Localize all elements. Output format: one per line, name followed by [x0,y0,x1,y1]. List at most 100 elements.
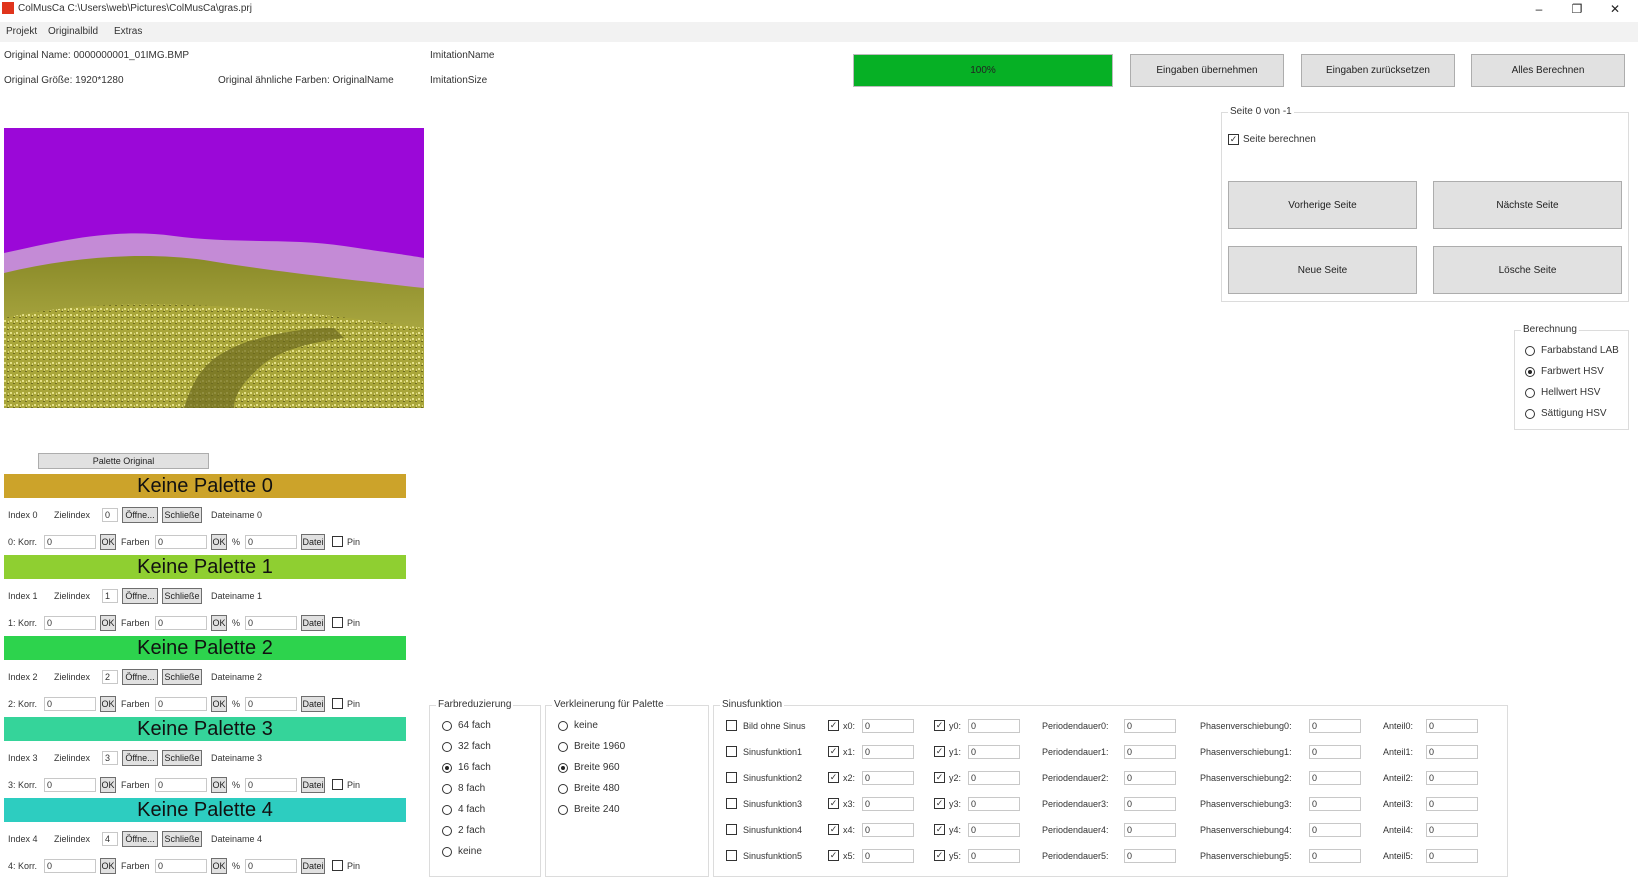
pin-checkbox[interactable]: Pin [332,617,360,628]
colors-input[interactable]: 0 [155,616,207,630]
color-reduction-radio[interactable]: 32 fach [442,741,491,752]
period-input[interactable]: 0 [1124,771,1176,785]
colors-ok-button[interactable]: OK [211,858,227,874]
y-input[interactable]: 0 [968,719,1020,733]
colors-input[interactable]: 0 [155,535,207,549]
correction-ok-button[interactable]: OK [100,777,116,793]
sine-enable-checkbox[interactable]: Sinusfunktion5 [726,850,802,861]
correction-ok-button[interactable]: OK [100,615,116,631]
correction-ok-button[interactable]: OK [100,696,116,712]
downscale-radio[interactable]: Breite 960 [558,762,620,773]
apply-inputs-button[interactable]: Eingaben übernehmen [1130,54,1284,87]
target-index-input[interactable]: 0 [102,508,118,522]
percent-input[interactable]: 0 [245,859,297,873]
correction-input[interactable]: 0 [44,778,96,792]
share-input[interactable]: 0 [1426,745,1478,759]
open-palette-button[interactable]: Öffne... [122,588,158,604]
correction-input[interactable]: 0 [44,859,96,873]
phase-shift-input[interactable]: 0 [1309,719,1361,733]
colors-ok-button[interactable]: OK [211,777,227,793]
x-input[interactable]: 0 [862,719,914,733]
color-reduction-radio[interactable]: 2 fach [442,825,485,836]
compute-page-checkbox[interactable]: ✓ Seite berechnen [1228,134,1316,145]
sine-enable-checkbox[interactable]: Sinusfunktion4 [726,824,802,835]
period-input[interactable]: 0 [1124,849,1176,863]
colors-ok-button[interactable]: OK [211,615,227,631]
color-reduction-radio[interactable]: 16 fach [442,762,491,773]
percent-input[interactable]: 0 [245,535,297,549]
downscale-radio[interactable]: keine [558,720,598,731]
x-checkbox[interactable]: ✓ x3: [828,798,855,809]
next-page-button[interactable]: Nächste Seite [1433,181,1622,229]
open-palette-button[interactable]: Öffne... [122,507,158,523]
y-input[interactable]: 0 [968,823,1020,837]
previous-page-button[interactable]: Vorherige Seite [1228,181,1417,229]
x-input[interactable]: 0 [862,797,914,811]
new-page-button[interactable]: Neue Seite [1228,246,1417,294]
y-input[interactable]: 0 [968,771,1020,785]
pin-checkbox[interactable]: Pin [332,536,360,547]
colors-ok-button[interactable]: OK [211,696,227,712]
correction-input[interactable]: 0 [44,616,96,630]
x-input[interactable]: 0 [862,745,914,759]
close-palette-button[interactable]: Schließe [162,669,202,685]
colors-input[interactable]: 0 [155,859,207,873]
x-input[interactable]: 0 [862,771,914,785]
file-button[interactable]: Datei [301,777,325,793]
x-checkbox[interactable]: ✓ x1: [828,746,855,757]
pin-checkbox[interactable]: Pin [332,860,360,871]
close-palette-button[interactable]: Schließe [162,831,202,847]
file-button[interactable]: Datei [301,696,325,712]
percent-input[interactable]: 0 [245,697,297,711]
reset-inputs-button[interactable]: Eingaben zurücksetzen [1301,54,1455,87]
period-input[interactable]: 0 [1124,797,1176,811]
target-index-input[interactable]: 1 [102,589,118,603]
y-input[interactable]: 0 [968,745,1020,759]
restore-button[interactable]: ❐ [1558,0,1596,18]
sine-enable-checkbox[interactable]: Sinusfunktion2 [726,772,802,783]
y-checkbox[interactable]: ✓ y1: [934,746,961,757]
y-checkbox[interactable]: ✓ y3: [934,798,961,809]
open-palette-button[interactable]: Öffne... [122,831,158,847]
y-input[interactable]: 0 [968,849,1020,863]
downscale-radio[interactable]: Breite 480 [558,783,620,794]
percent-input[interactable]: 0 [245,778,297,792]
correction-input[interactable]: 0 [44,697,96,711]
share-input[interactable]: 0 [1426,797,1478,811]
period-input[interactable]: 0 [1124,745,1176,759]
phase-shift-input[interactable]: 0 [1309,823,1361,837]
file-button[interactable]: Datei [301,615,325,631]
menu-originalbild[interactable]: Originalbild [48,26,98,37]
file-button[interactable]: Datei [301,534,325,550]
y-checkbox[interactable]: ✓ y4: [934,824,961,835]
calc-option-radio[interactable]: Hellwert HSV [1525,387,1600,398]
palette-original-button[interactable]: Palette Original [38,453,209,469]
delete-page-button[interactable]: Lösche Seite [1433,246,1622,294]
open-palette-button[interactable]: Öffne... [122,750,158,766]
percent-input[interactable]: 0 [245,616,297,630]
share-input[interactable]: 0 [1426,849,1478,863]
correction-input[interactable]: 0 [44,535,96,549]
y-checkbox[interactable]: ✓ y5: [934,850,961,861]
calc-option-radio[interactable]: Farbwert HSV [1525,366,1604,377]
colors-input[interactable]: 0 [155,778,207,792]
phase-shift-input[interactable]: 0 [1309,771,1361,785]
sine-enable-checkbox[interactable]: Sinusfunktion1 [726,746,802,757]
colors-ok-button[interactable]: OK [211,534,227,550]
phase-shift-input[interactable]: 0 [1309,849,1361,863]
calc-option-radio[interactable]: Farbabstand LAB [1525,345,1619,356]
y-input[interactable]: 0 [968,797,1020,811]
color-reduction-radio[interactable]: 8 fach [442,783,485,794]
downscale-radio[interactable]: Breite 240 [558,804,620,815]
phase-shift-input[interactable]: 0 [1309,745,1361,759]
target-index-input[interactable]: 4 [102,832,118,846]
period-input[interactable]: 0 [1124,823,1176,837]
x-input[interactable]: 0 [862,849,914,863]
period-input[interactable]: 0 [1124,719,1176,733]
x-checkbox[interactable]: ✓ x0: [828,720,855,731]
x-checkbox[interactable]: ✓ x2: [828,772,855,783]
target-index-input[interactable]: 3 [102,751,118,765]
correction-ok-button[interactable]: OK [100,534,116,550]
close-palette-button[interactable]: Schließe [162,588,202,604]
color-reduction-radio[interactable]: 64 fach [442,720,491,731]
